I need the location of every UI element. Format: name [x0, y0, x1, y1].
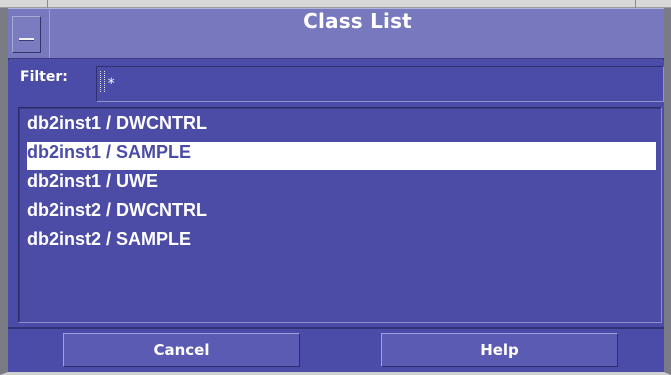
- cancel-button[interactable]: Cancel: [63, 333, 300, 367]
- list-item[interactable]: db2inst1 / SAMPLE: [27, 142, 656, 170]
- title-separator: [49, 10, 50, 58]
- help-button[interactable]: Help: [381, 333, 618, 367]
- class-list[interactable]: db2inst1 / DWCNTRL db2inst1 / SAMPLE db2in…: [18, 107, 662, 323]
- filter-label: Filter:: [20, 69, 68, 85]
- filter-input[interactable]: [96, 66, 664, 102]
- window-top-frame: [0, 0, 671, 8]
- frame-resize-handle-right[interactable]: [635, 0, 636, 8]
- button-separator: [8, 327, 664, 329]
- frame-resize-handle-left[interactable]: [47, 0, 48, 8]
- title-bar[interactable]: Class List: [8, 8, 664, 59]
- list-item[interactable]: db2inst2 / DWCNTRL: [27, 200, 653, 228]
- list-item[interactable]: db2inst1 / UWE: [27, 171, 653, 199]
- window-menu-icon: [19, 38, 34, 41]
- list-item[interactable]: db2inst1 / DWCNTRL: [27, 113, 653, 141]
- window-title: Class List: [303, 9, 412, 33]
- window-menu-button[interactable]: [12, 16, 41, 53]
- list-item[interactable]: db2inst2 / SAMPLE: [27, 229, 653, 257]
